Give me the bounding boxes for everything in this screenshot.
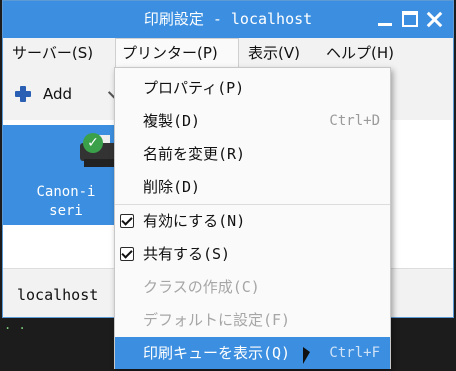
checkbox-checked-icon <box>120 247 134 261</box>
menu-help[interactable]: ヘルプ(H) <box>320 38 400 68</box>
server-status: localhost <box>17 286 99 304</box>
minimize-icon[interactable] <box>377 11 393 27</box>
title-bar[interactable]: 印刷設定 - localhost <box>3 1 453 38</box>
menu-item-label: プロパティ(P) <box>143 79 245 97</box>
menu-item-label: 印刷キューを表示(Q) <box>143 344 291 362</box>
menu-item-shortcut: Ctrl+F <box>329 345 380 361</box>
checkbox-checked-icon <box>120 214 134 228</box>
menu-item-enable[interactable]: 有効にする(N) <box>115 205 390 237</box>
mouse-pointer-icon <box>303 347 310 364</box>
menu-item-rename[interactable]: 名前を変更(R) <box>115 138 390 170</box>
menu-item-label: 有効にする(N) <box>143 212 246 230</box>
menu-item-share[interactable]: 共有する(S) <box>115 238 390 270</box>
menu-item-show-print-queue[interactable]: 印刷キューを表示(Q) Ctrl+F <box>115 337 390 369</box>
printer-name-line1: Canon-i <box>36 184 96 200</box>
menu-item-label: 複製(D) <box>143 112 201 130</box>
menu-item-label: デフォルトに設定(F) <box>143 311 291 329</box>
printer-menu-dropdown: プロパティ(P) 複製(D) Ctrl+D 名前を変更(R) 削除(D) 有効に… <box>114 67 391 369</box>
terminal-text: . . <box>4 318 26 332</box>
printer-item[interactable]: ✓ Canon-i seri <box>3 125 125 225</box>
plus-icon <box>15 86 31 102</box>
menu-item-shortcut: Ctrl+D <box>329 113 380 129</box>
menu-server[interactable]: サーバー(S) <box>6 38 99 68</box>
menu-item-duplicate[interactable]: 複製(D) Ctrl+D <box>115 105 390 137</box>
menu-item-label: 名前を変更(R) <box>143 145 246 163</box>
menu-view[interactable]: 表示(V) <box>242 38 306 68</box>
menu-item-label: 共有する(S) <box>143 245 231 263</box>
default-check-icon: ✓ <box>83 133 103 153</box>
printer-name-line2: seri <box>49 203 83 219</box>
close-icon[interactable] <box>426 11 442 27</box>
menu-item-set-default: デフォルトに設定(F) <box>115 304 390 336</box>
menu-item-label: 削除(D) <box>143 178 201 196</box>
menu-printer[interactable]: プリンター(P) <box>115 38 239 68</box>
menu-item-create-class: クラスの作成(C) <box>115 271 390 303</box>
menu-bar: サーバー(S) プリンター(P) 表示(V) ヘルプ(H) <box>3 38 453 68</box>
add-printer-button[interactable]: Add <box>15 80 72 108</box>
add-button-label: Add <box>43 85 73 103</box>
menu-item-delete[interactable]: 削除(D) <box>115 171 390 203</box>
menu-item-properties[interactable]: プロパティ(P) <box>115 72 390 104</box>
menu-item-label: クラスの作成(C) <box>143 278 260 296</box>
maximize-icon[interactable] <box>402 11 418 27</box>
printer-name: Canon-i seri <box>11 183 121 221</box>
